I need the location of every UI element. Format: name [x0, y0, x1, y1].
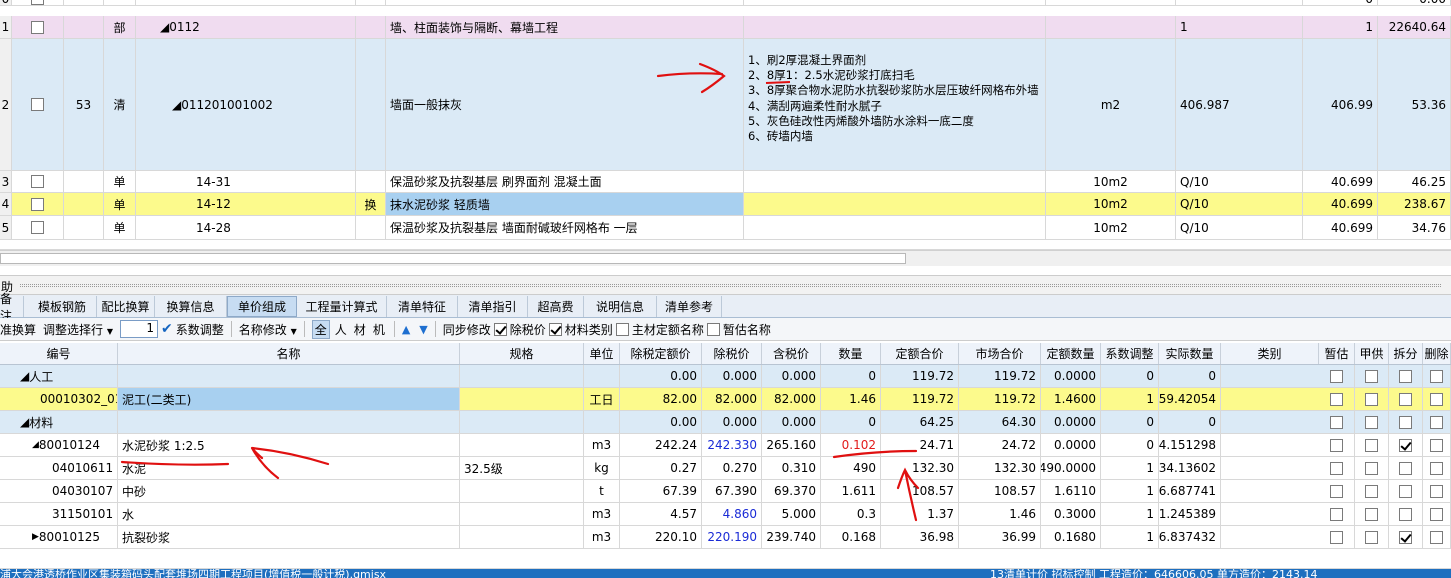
annotation-underline-qty	[832, 449, 918, 459]
annotation-underline-name	[120, 460, 230, 466]
annotation-marks	[120, 62, 920, 522]
annotation-arrow-right	[656, 62, 726, 94]
annotation-arrow-left	[250, 446, 330, 480]
annotation-underline-top	[765, 81, 791, 84]
annotation-arrow-up	[896, 467, 920, 522]
